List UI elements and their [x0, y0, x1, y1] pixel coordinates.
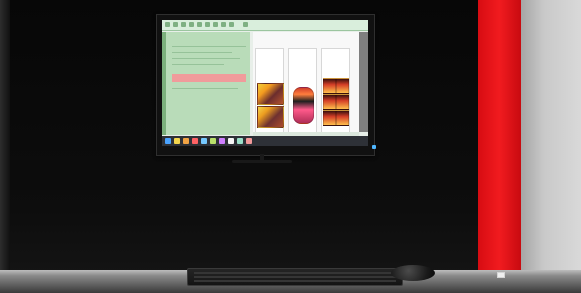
keyboard[interactable] [187, 268, 403, 286]
toolbar-icon[interactable] [189, 22, 194, 27]
app-icon[interactable] [201, 138, 207, 144]
app-icon[interactable] [183, 138, 189, 144]
toolbar-icon[interactable] [213, 22, 218, 27]
preview-scrollbar[interactable] [359, 32, 368, 132]
key-row [194, 280, 396, 282]
app-icon[interactable] [210, 138, 216, 144]
app-toolbar [162, 20, 368, 31]
app-icon[interactable] [228, 138, 234, 144]
toolbar-icon[interactable] [229, 22, 234, 27]
office-scene [0, 0, 581, 293]
monitor-screen [162, 20, 368, 146]
portrait-photo [293, 87, 314, 124]
list-row[interactable] [172, 64, 224, 65]
page-preview[interactable] [321, 48, 350, 143]
toolbar-icon[interactable] [181, 22, 186, 27]
photo-tile [323, 110, 336, 126]
monitor-stand-base [232, 160, 292, 163]
photo-tile [336, 94, 349, 110]
list-row[interactable] [172, 52, 232, 53]
computer-mouse[interactable] [391, 265, 435, 281]
app-icon[interactable] [246, 138, 252, 144]
app-icon[interactable] [192, 138, 198, 144]
toolbar-icon[interactable] [173, 22, 178, 27]
left-wall-edge [0, 0, 10, 293]
job-list-pane [166, 32, 250, 135]
app-icon[interactable] [219, 138, 225, 144]
windows-taskbar [162, 136, 368, 146]
key-row [194, 272, 396, 274]
toolbar-icon[interactable] [243, 22, 248, 27]
computer-monitor [156, 14, 375, 156]
selected-list-row[interactable] [172, 74, 246, 82]
photo-thumbnail [257, 106, 284, 128]
photo-tile [336, 110, 349, 126]
red-wall-panel [478, 0, 521, 280]
list-row[interactable] [172, 58, 240, 59]
toolbar-icon[interactable] [205, 22, 210, 27]
toolbar-icon[interactable] [197, 22, 202, 27]
key-row [194, 276, 396, 278]
print-preview-pane [253, 32, 359, 143]
app-icon[interactable] [237, 138, 243, 144]
photo-tile [336, 78, 349, 94]
list-row[interactable] [172, 46, 246, 47]
wall-outlet [497, 272, 505, 278]
page-preview[interactable] [255, 48, 284, 143]
start-icon[interactable] [165, 138, 171, 144]
monitor-status-light [372, 145, 376, 149]
photo-thumbnail [257, 83, 284, 105]
toolbar-icon[interactable] [165, 22, 170, 27]
photo-tile [323, 94, 336, 110]
list-row[interactable] [172, 88, 238, 89]
page-preview[interactable] [288, 48, 317, 143]
gray-side-panel [521, 0, 581, 286]
app-icon[interactable] [174, 138, 180, 144]
toolbar-icon[interactable] [221, 22, 226, 27]
photo-tile [323, 78, 336, 94]
